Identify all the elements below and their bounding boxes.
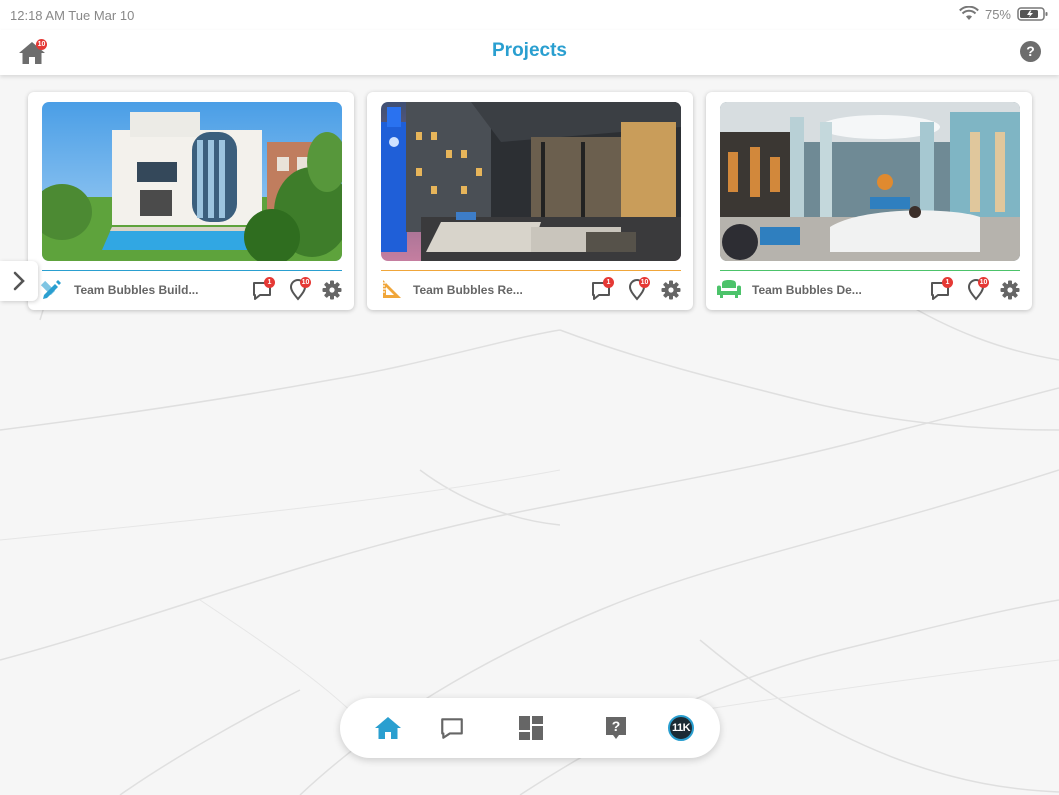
help-button[interactable]: ?: [1020, 41, 1041, 62]
svg-text:?: ?: [612, 718, 621, 734]
dock-dashboard-button[interactable]: [516, 713, 546, 743]
chat-badge: 1: [942, 277, 953, 288]
pin-badge: 10: [300, 277, 311, 288]
project-settings-button[interactable]: [659, 278, 683, 302]
project-name: Team Bubbles Re...: [413, 283, 523, 297]
chevron-right-icon: [13, 271, 25, 291]
project-chat-button[interactable]: 1: [928, 277, 953, 302]
category-divider: [381, 270, 681, 271]
pin-badge: 10: [978, 277, 989, 288]
dock-chat-button[interactable]: [437, 713, 467, 743]
help-icon: ?: [606, 717, 626, 739]
bottom-navigation-dock: ? 11K: [340, 698, 720, 758]
status-right: 75%: [959, 6, 1049, 22]
status-bar: 12:18 AM Tue Mar 10 75%: [0, 0, 1059, 30]
dock-profile-button[interactable]: 11K: [666, 713, 696, 743]
project-chat-button[interactable]: 1: [250, 277, 275, 302]
profile-avatar: 11K: [668, 715, 694, 741]
project-pins-button[interactable]: 10: [964, 277, 989, 302]
project-photo-lobby: [720, 102, 1020, 261]
project-pins-button[interactable]: 10: [286, 277, 311, 302]
gear-icon: [661, 280, 681, 300]
page-title: Projects: [492, 40, 567, 61]
gear-icon: [322, 280, 342, 300]
project-name: Team Bubbles Build...: [74, 283, 199, 297]
dashboard-icon: [519, 716, 543, 740]
chat-icon: [441, 718, 463, 739]
question-icon: ?: [1026, 43, 1035, 59]
armchair-icon: [717, 280, 741, 298]
dock-help-button[interactable]: ?: [601, 713, 631, 743]
chat-badge: 1: [264, 277, 275, 288]
app-header: 10 Projects ?: [0, 30, 1059, 75]
dock-home-button[interactable]: [373, 713, 403, 743]
home-icon: [375, 717, 401, 739]
design-tools-icon: [41, 280, 61, 299]
project-settings-button[interactable]: [320, 278, 344, 302]
ruler-icon: [383, 280, 401, 298]
project-name: Team Bubbles De...: [752, 283, 862, 297]
project-settings-button[interactable]: [998, 278, 1022, 302]
battery-percent: 75%: [984, 6, 1011, 22]
gear-icon: [1000, 280, 1020, 300]
project-card[interactable]: Team Bubbles De... 1 10: [706, 92, 1032, 310]
battery-charging-icon: [1017, 7, 1048, 21]
side-panel-toggle[interactable]: [0, 261, 38, 301]
wifi-icon: [959, 6, 979, 20]
category-divider: [42, 270, 342, 271]
project-pins-button[interactable]: 10: [625, 277, 650, 302]
category-divider: [720, 270, 1020, 271]
project-photo-rooftop: [381, 102, 681, 261]
project-card[interactable]: Team Bubbles Build... 1 10: [28, 92, 354, 310]
pin-badge: 10: [639, 277, 650, 288]
chat-badge: 1: [603, 277, 614, 288]
status-time: 12:18 AM Tue Mar 10: [10, 8, 135, 23]
project-chat-button[interactable]: 1: [589, 277, 614, 302]
project-photo-villa: [42, 102, 342, 261]
project-card[interactable]: Team Bubbles Re... 1 10: [367, 92, 693, 310]
